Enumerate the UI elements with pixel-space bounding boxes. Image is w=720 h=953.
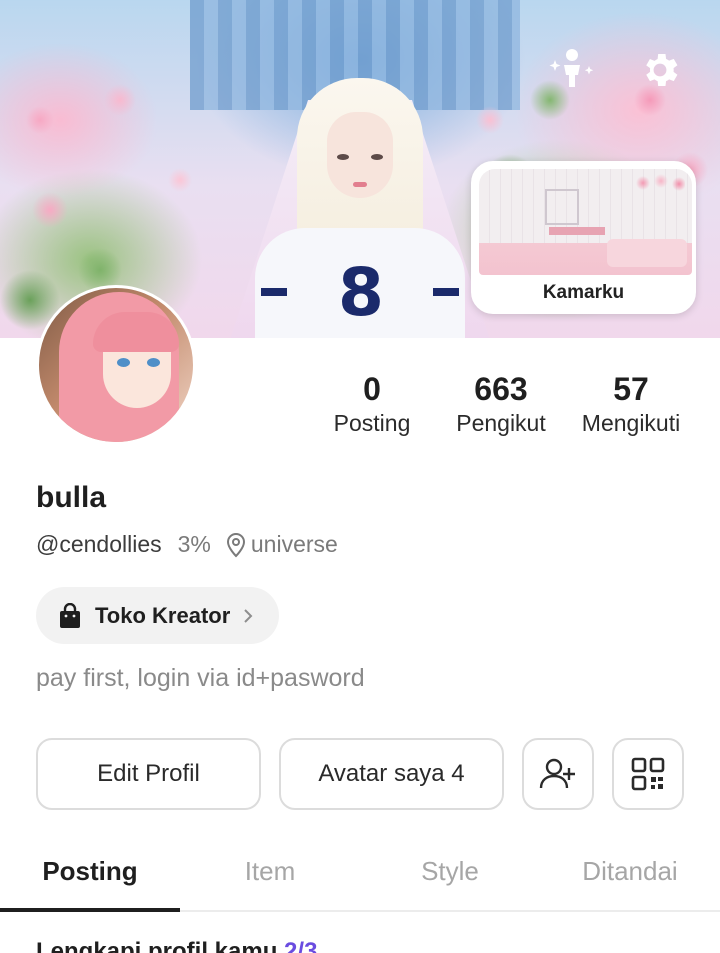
room-shelf [545,189,579,225]
complete-profile-text: Lengkapi profil kamu [36,938,285,953]
room-desk [549,227,605,235]
avatar-sparkle-icon [549,49,594,87]
tab-item[interactable]: Item [180,856,360,887]
add-user-icon [539,758,575,789]
stat-following[interactable]: 57 Mengikuti [572,370,690,437]
edit-profile-button[interactable]: Edit Profil [36,738,261,810]
completion-percent: 3% [177,531,211,557]
tab-posting[interactable]: Posting [0,856,180,887]
profile-avatar[interactable] [36,285,196,445]
chevron-right-icon [242,607,254,625]
location-pin-icon [225,532,247,558]
complete-profile-progress: 2/3 [284,938,318,953]
jersey-number-graphic: 8 [338,254,386,331]
profile-meta-row: @cendollies 3% universe [36,531,338,558]
stat-posts-label: Posting [333,410,411,436]
active-tab-indicator [0,908,180,912]
settings-button[interactable] [637,47,683,93]
complete-profile-prompt[interactable]: Lengkapi profil kamu 2/3 [36,938,317,953]
tab-tagged[interactable]: Ditandai [540,856,720,887]
gear-icon [646,54,678,86]
room-balloons [635,173,685,193]
add-friend-button[interactable] [522,738,594,810]
character-lips [353,182,367,187]
stat-followers[interactable]: 663 Pengikut [446,370,556,437]
username-handle: @cendollies [36,531,162,557]
avatar-character[interactable]: 8 [255,78,465,338]
stat-followers-label: Pengikut [456,410,546,436]
profile-bio: pay first, login via id+pasword [36,664,365,692]
qr-code-button[interactable] [612,738,684,810]
display-name: bulla [36,481,107,514]
shirt-stripe [433,288,459,296]
character-eye [371,154,383,160]
stat-followers-value: 663 [474,371,528,407]
avatar-eye [117,358,130,367]
avatar-bangs [93,312,179,352]
room-card-label: Kamarku [542,282,625,303]
stat-posts-value: 0 [363,371,381,407]
profile-tabs: Posting Item Style Ditandai [0,840,720,912]
avatar-eye [147,358,160,367]
tab-style[interactable]: Style [360,856,540,887]
stat-following-value: 57 [613,371,649,407]
room-thumbnail [479,169,692,275]
shopping-bag-icon [58,602,82,629]
location-text: universe [250,531,338,557]
qr-code-icon [631,757,665,791]
my-room-card[interactable]: Kamarku [471,161,696,314]
character-eye [337,154,349,160]
creator-shop-label: Toko Kreator [95,602,231,628]
room-bed [607,239,687,267]
creator-shop-button[interactable]: Toko Kreator [36,587,279,644]
shirt-stripe [261,288,287,296]
my-avatars-button[interactable]: Avatar saya 4 [279,738,504,810]
stat-posts[interactable]: 0 Posting [322,370,422,437]
stat-following-label: Mengikuti [581,410,681,436]
avatar-sparkle-button[interactable] [549,46,595,92]
